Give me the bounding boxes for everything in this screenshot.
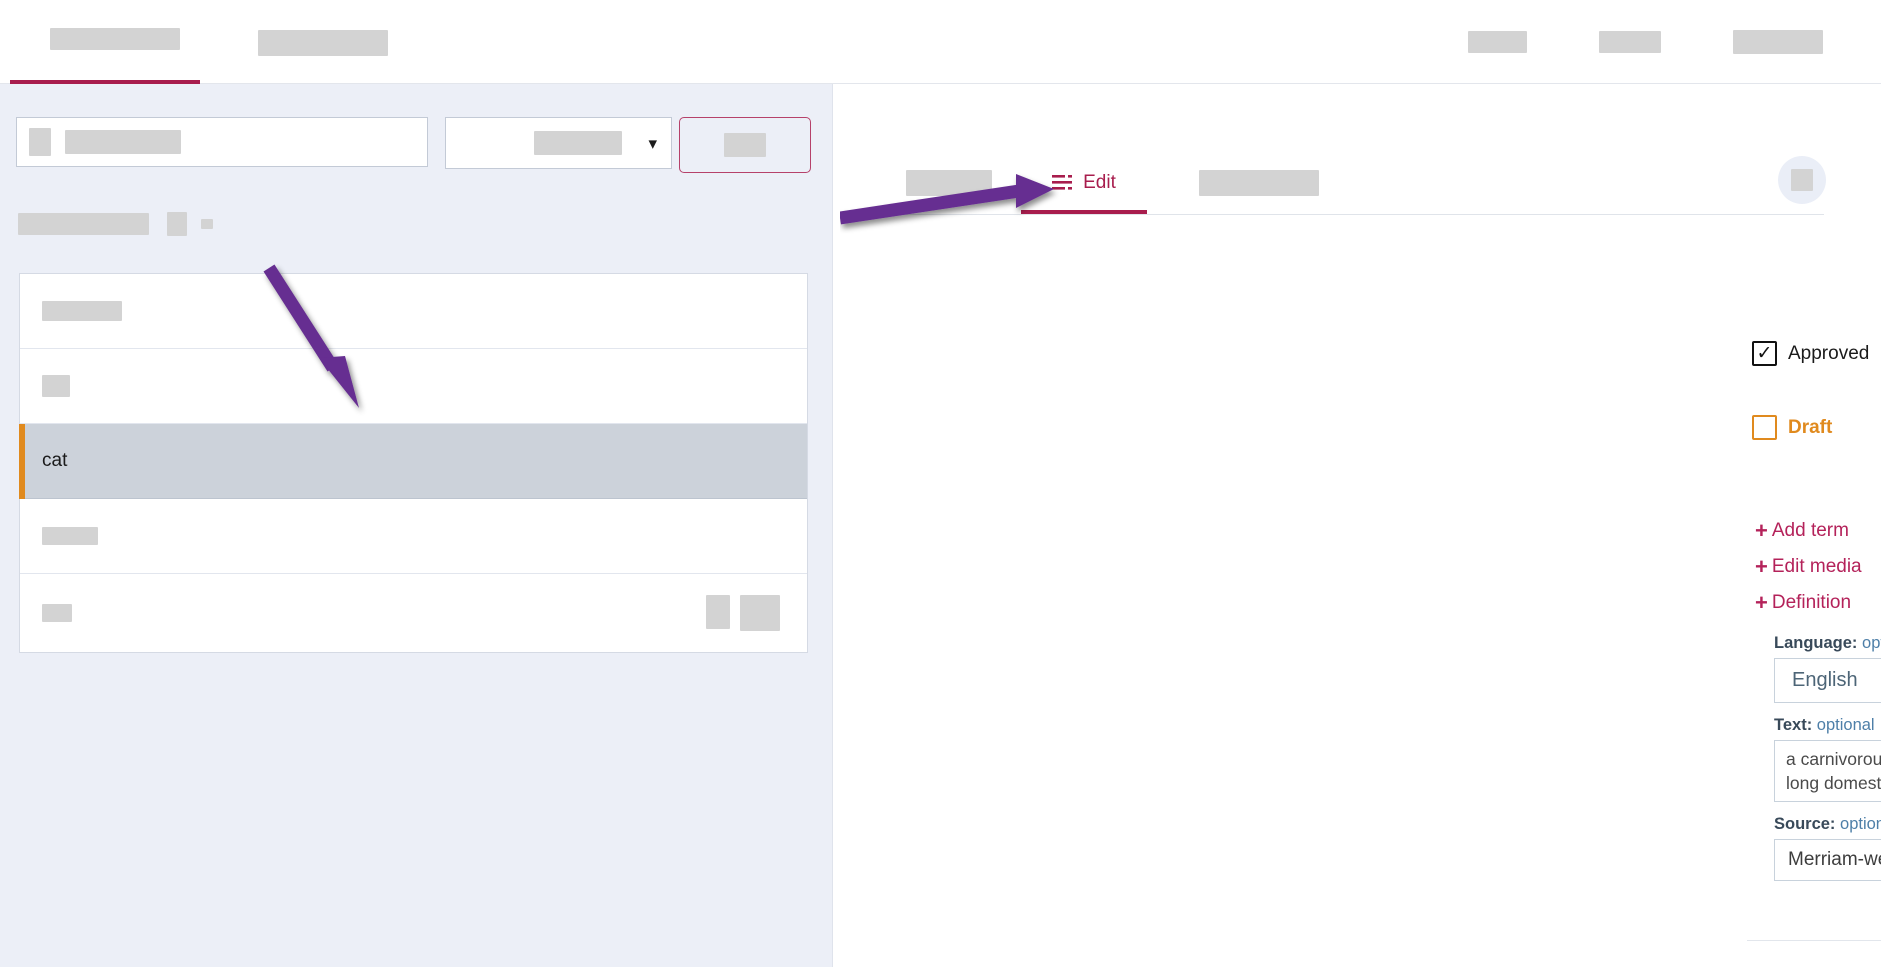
list-item[interactable] <box>20 499 807 574</box>
definition-text-label: Text: optional <box>1774 716 1881 735</box>
plus-icon: + <box>1755 518 1768 543</box>
tab-1[interactable] <box>899 153 999 213</box>
tab-edit[interactable]: Edit <box>1021 153 1147 214</box>
add-term-label: Add term <box>1771 520 1849 541</box>
top-nav-right-item-1[interactable] <box>1468 31 1527 53</box>
list-item-label <box>42 301 122 321</box>
edit-media-label: Edit media <box>1771 556 1862 577</box>
list-header-title <box>18 213 149 235</box>
definition-block: Language: optional English ▾ Text: optio… <box>1774 634 1881 881</box>
list-item-label <box>42 604 72 622</box>
panel-corner-button[interactable] <box>1778 156 1826 204</box>
definition-link[interactable]: + Definition <box>1755 588 1862 618</box>
plus-icon: + <box>1755 590 1768 615</box>
top-nav-right-group <box>1468 30 1823 54</box>
top-nav-item-1-label <box>50 28 180 50</box>
definition-source-optional: optional <box>1840 815 1881 833</box>
right-panel: Edit ✓ Approved English ▾ cat <box>834 84 1881 967</box>
definition-language-label-text: Language: <box>1774 634 1858 652</box>
term-row: Draft German ▾ Katze <box>1752 405 1881 450</box>
definition-language-label: Language: optional <box>1774 634 1881 653</box>
action-links: + Add term + Edit media + Definition <box>1755 516 1862 620</box>
list-item-label <box>42 527 98 545</box>
top-navigation-bar <box>0 0 1881 84</box>
filter-action-button-label <box>724 133 766 157</box>
definition-text-label-text: Text: <box>1774 716 1813 734</box>
list-item-label <box>42 375 70 397</box>
tab-3-label <box>1199 170 1319 196</box>
definition-textarea[interactable]: a carnivorous mammal (Felis catus) long … <box>1774 740 1881 802</box>
definition-source-label-text: Source: <box>1774 815 1836 833</box>
list-header <box>18 212 213 236</box>
list-item-actions <box>706 595 780 631</box>
filter-action-button[interactable] <box>679 117 811 173</box>
edit-list-icon <box>1052 175 1073 191</box>
application-window: ▾ cat Edit ✓ Approved Draft + Add term +… <box>0 0 1881 967</box>
check-icon: ✓ <box>1756 343 1773 364</box>
term-row: ✓ Approved English ▾ cat <box>1752 331 1881 376</box>
filter-select[interactable]: ▾ <box>445 117 672 169</box>
definition-text-line-1: a carnivorous mammal (Felis catus) <box>1786 749 1881 769</box>
top-nav-item-1[interactable] <box>50 28 180 56</box>
definition-source-input[interactable]: Merriam-webster <box>1774 839 1881 881</box>
tab-edit-label: Edit <box>1083 172 1116 193</box>
chevron-down-icon: ▾ <box>648 133 657 153</box>
list-header-icon-2[interactable] <box>201 219 213 229</box>
top-nav-right-item-2[interactable] <box>1599 31 1661 53</box>
tab-3[interactable] <box>1179 153 1339 213</box>
tab-1-label <box>906 170 992 196</box>
list-header-icon-1[interactable] <box>167 212 187 236</box>
top-nav-right-item-3[interactable] <box>1733 30 1823 54</box>
definition-textarea-value: a carnivorous mammal (Felis catus) long … <box>1775 741 1881 795</box>
list-item[interactable] <box>20 574 807 652</box>
search-input-value <box>65 130 181 154</box>
approved-checkbox[interactable]: ✓ <box>1752 341 1777 366</box>
tab-edit-active-indicator <box>1021 210 1147 214</box>
search-icon <box>29 128 51 156</box>
search-input[interactable] <box>16 117 428 167</box>
definition-language-optional: optional <box>1862 634 1881 652</box>
filter-toolbar: ▾ <box>16 117 811 173</box>
list-item-label: cat <box>42 450 68 471</box>
tab-bar: Edit <box>899 153 1826 215</box>
top-nav-right-item-1-label <box>1468 31 1527 53</box>
draft-label: Draft <box>1788 416 1833 438</box>
top-nav-right-item-3-label <box>1733 30 1823 54</box>
definition-language-select[interactable]: English ▾ <box>1774 658 1881 703</box>
list-item[interactable] <box>20 274 807 349</box>
list-item-action-1[interactable] <box>706 595 730 629</box>
top-nav-item-2[interactable] <box>258 28 388 56</box>
plus-icon: + <box>1755 554 1768 579</box>
tab-edit-content: Edit <box>1052 172 1116 194</box>
draft-checkbox[interactable] <box>1752 415 1777 440</box>
definition-text-line-2: long domesticated as a pet and for <box>1786 773 1881 794</box>
list-item-action-2[interactable] <box>740 595 780 631</box>
definition-source-value: Merriam-webster <box>1788 849 1881 870</box>
top-nav-item-2-label <box>258 30 388 56</box>
footer-divider <box>1747 940 1881 941</box>
definition-language-value: English <box>1792 669 1858 691</box>
definition-label: Definition <box>1771 592 1852 613</box>
term-list: cat <box>19 273 808 653</box>
list-item[interactable] <box>20 349 807 424</box>
approved-label: Approved <box>1788 342 1870 364</box>
top-nav-left-group <box>50 28 388 56</box>
top-nav-right-item-2-label <box>1599 31 1661 53</box>
left-panel: ▾ cat <box>0 84 833 967</box>
panel-corner-button-icon <box>1791 169 1813 191</box>
definition-text-optional: optional <box>1816 716 1875 734</box>
edit-media-link[interactable]: + Edit media <box>1755 552 1862 582</box>
definition-source-label: Source: optional <box>1774 815 1881 834</box>
list-item-selected[interactable]: cat <box>19 424 807 499</box>
add-term-link[interactable]: + Add term <box>1755 516 1862 546</box>
filter-select-value <box>534 131 623 155</box>
